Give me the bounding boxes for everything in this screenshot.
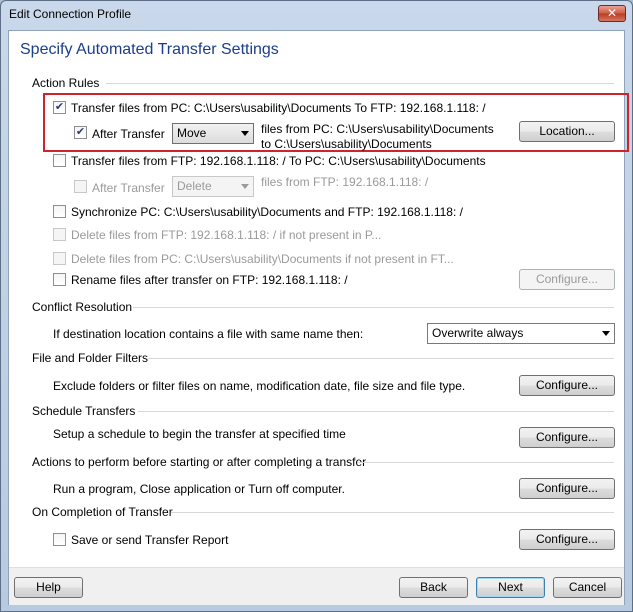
rule-upload-after-select[interactable]: Move <box>172 123 254 144</box>
window-title: Edit Connection Profile <box>9 7 132 21</box>
save-report-checkbox[interactable] <box>53 533 66 546</box>
rule-delete-pc-checkbox[interactable] <box>53 252 66 265</box>
actions-label: Run a program, Close application or Turn… <box>53 482 345 496</box>
section-conflict-resolution: Conflict Resolution <box>32 300 133 314</box>
rule-upload-label: Transfer files from PC: C:\Users\usabili… <box>71 101 486 115</box>
rule-upload-checkbox[interactable]: ✔ <box>53 101 66 114</box>
rule-download-checkbox[interactable] <box>53 154 66 167</box>
cancel-button[interactable]: Cancel <box>553 577 622 598</box>
rule-delete-ftp-checkbox[interactable] <box>53 228 66 241</box>
next-button[interactable]: Next <box>476 577 545 598</box>
filters-label: Exclude folders or filter files on name,… <box>53 379 466 393</box>
close-button[interactable]: ✕ <box>598 5 626 22</box>
title-bar: Edit Connection Profile ✕ <box>1 1 632 25</box>
actions-configure-button[interactable]: Configure... <box>519 478 615 499</box>
schedule-label: Setup a schedule to begin the transfer a… <box>53 427 346 441</box>
rule-download-after-checkbox[interactable] <box>74 180 87 193</box>
rule-upload-after-checkbox[interactable]: ✔ <box>74 126 87 139</box>
conflict-label: If destination location contains a file … <box>53 327 364 341</box>
rename-configure-button[interactable]: Configure... <box>519 269 615 290</box>
page-title: Specify Automated Transfer Settings <box>20 41 279 58</box>
chevron-down-icon <box>602 331 610 336</box>
rule-rename-label: Rename files after transfer on FTP: 192.… <box>71 273 348 287</box>
section-actions: Actions to perform before starting or af… <box>32 455 367 469</box>
rule-rename-checkbox[interactable] <box>53 273 66 286</box>
divider <box>357 462 614 463</box>
chevron-down-icon <box>241 131 249 136</box>
section-filters: File and Folder Filters <box>32 351 149 365</box>
divider <box>148 358 614 359</box>
filters-configure-button[interactable]: Configure... <box>519 375 615 396</box>
rule-download-label: Transfer files from FTP: 192.168.1.118: … <box>71 154 486 168</box>
dialog-window: Edit Connection Profile ✕ Specify Automa… <box>0 0 633 612</box>
rule-sync-label: Synchronize PC: C:\Users\usability\Docum… <box>71 205 463 219</box>
chevron-down-icon <box>241 184 249 189</box>
divider <box>133 307 614 308</box>
divider <box>106 83 614 84</box>
rule-upload-after-label: After Transfer <box>92 127 165 141</box>
conflict-select[interactable]: Overwrite always <box>427 323 615 344</box>
rule-download-after-select[interactable]: Delete <box>172 176 254 197</box>
rule-download-after-desc: files from FTP: 192.168.1.118: / <box>261 175 429 189</box>
close-icon: ✕ <box>606 6 618 20</box>
divider <box>138 411 614 412</box>
section-action-rules: Action Rules <box>32 76 100 90</box>
divider <box>171 512 614 513</box>
section-schedule: Schedule Transfers <box>32 404 136 418</box>
section-completion: On Completion of Transfer <box>32 505 173 519</box>
back-button[interactable]: Back <box>399 577 468 598</box>
schedule-configure-button[interactable]: Configure... <box>519 427 615 448</box>
save-report-label: Save or send Transfer Report <box>71 533 229 547</box>
completion-configure-button[interactable]: Configure... <box>519 529 615 550</box>
rule-sync-checkbox[interactable] <box>53 205 66 218</box>
dialog-footer: Help Back Next Cancel <box>9 567 624 605</box>
rule-upload-after-desc-line1: files from PC: C:\Users\usability\Docume… <box>261 122 494 136</box>
location-button[interactable]: Location... <box>519 121 615 142</box>
rule-download-after-label: After Transfer <box>92 181 165 195</box>
rule-upload-after-desc-line2: to C:\Users\usability\Documents <box>261 137 432 151</box>
rule-delete-ftp-label: Delete files from FTP: 192.168.1.118: / … <box>71 228 382 242</box>
help-button[interactable]: Help <box>14 577 83 598</box>
dialog-content: Specify Automated Transfer Settings Acti… <box>8 30 629 605</box>
rule-delete-pc-label: Delete files from PC: C:\Users\usability… <box>71 252 454 266</box>
